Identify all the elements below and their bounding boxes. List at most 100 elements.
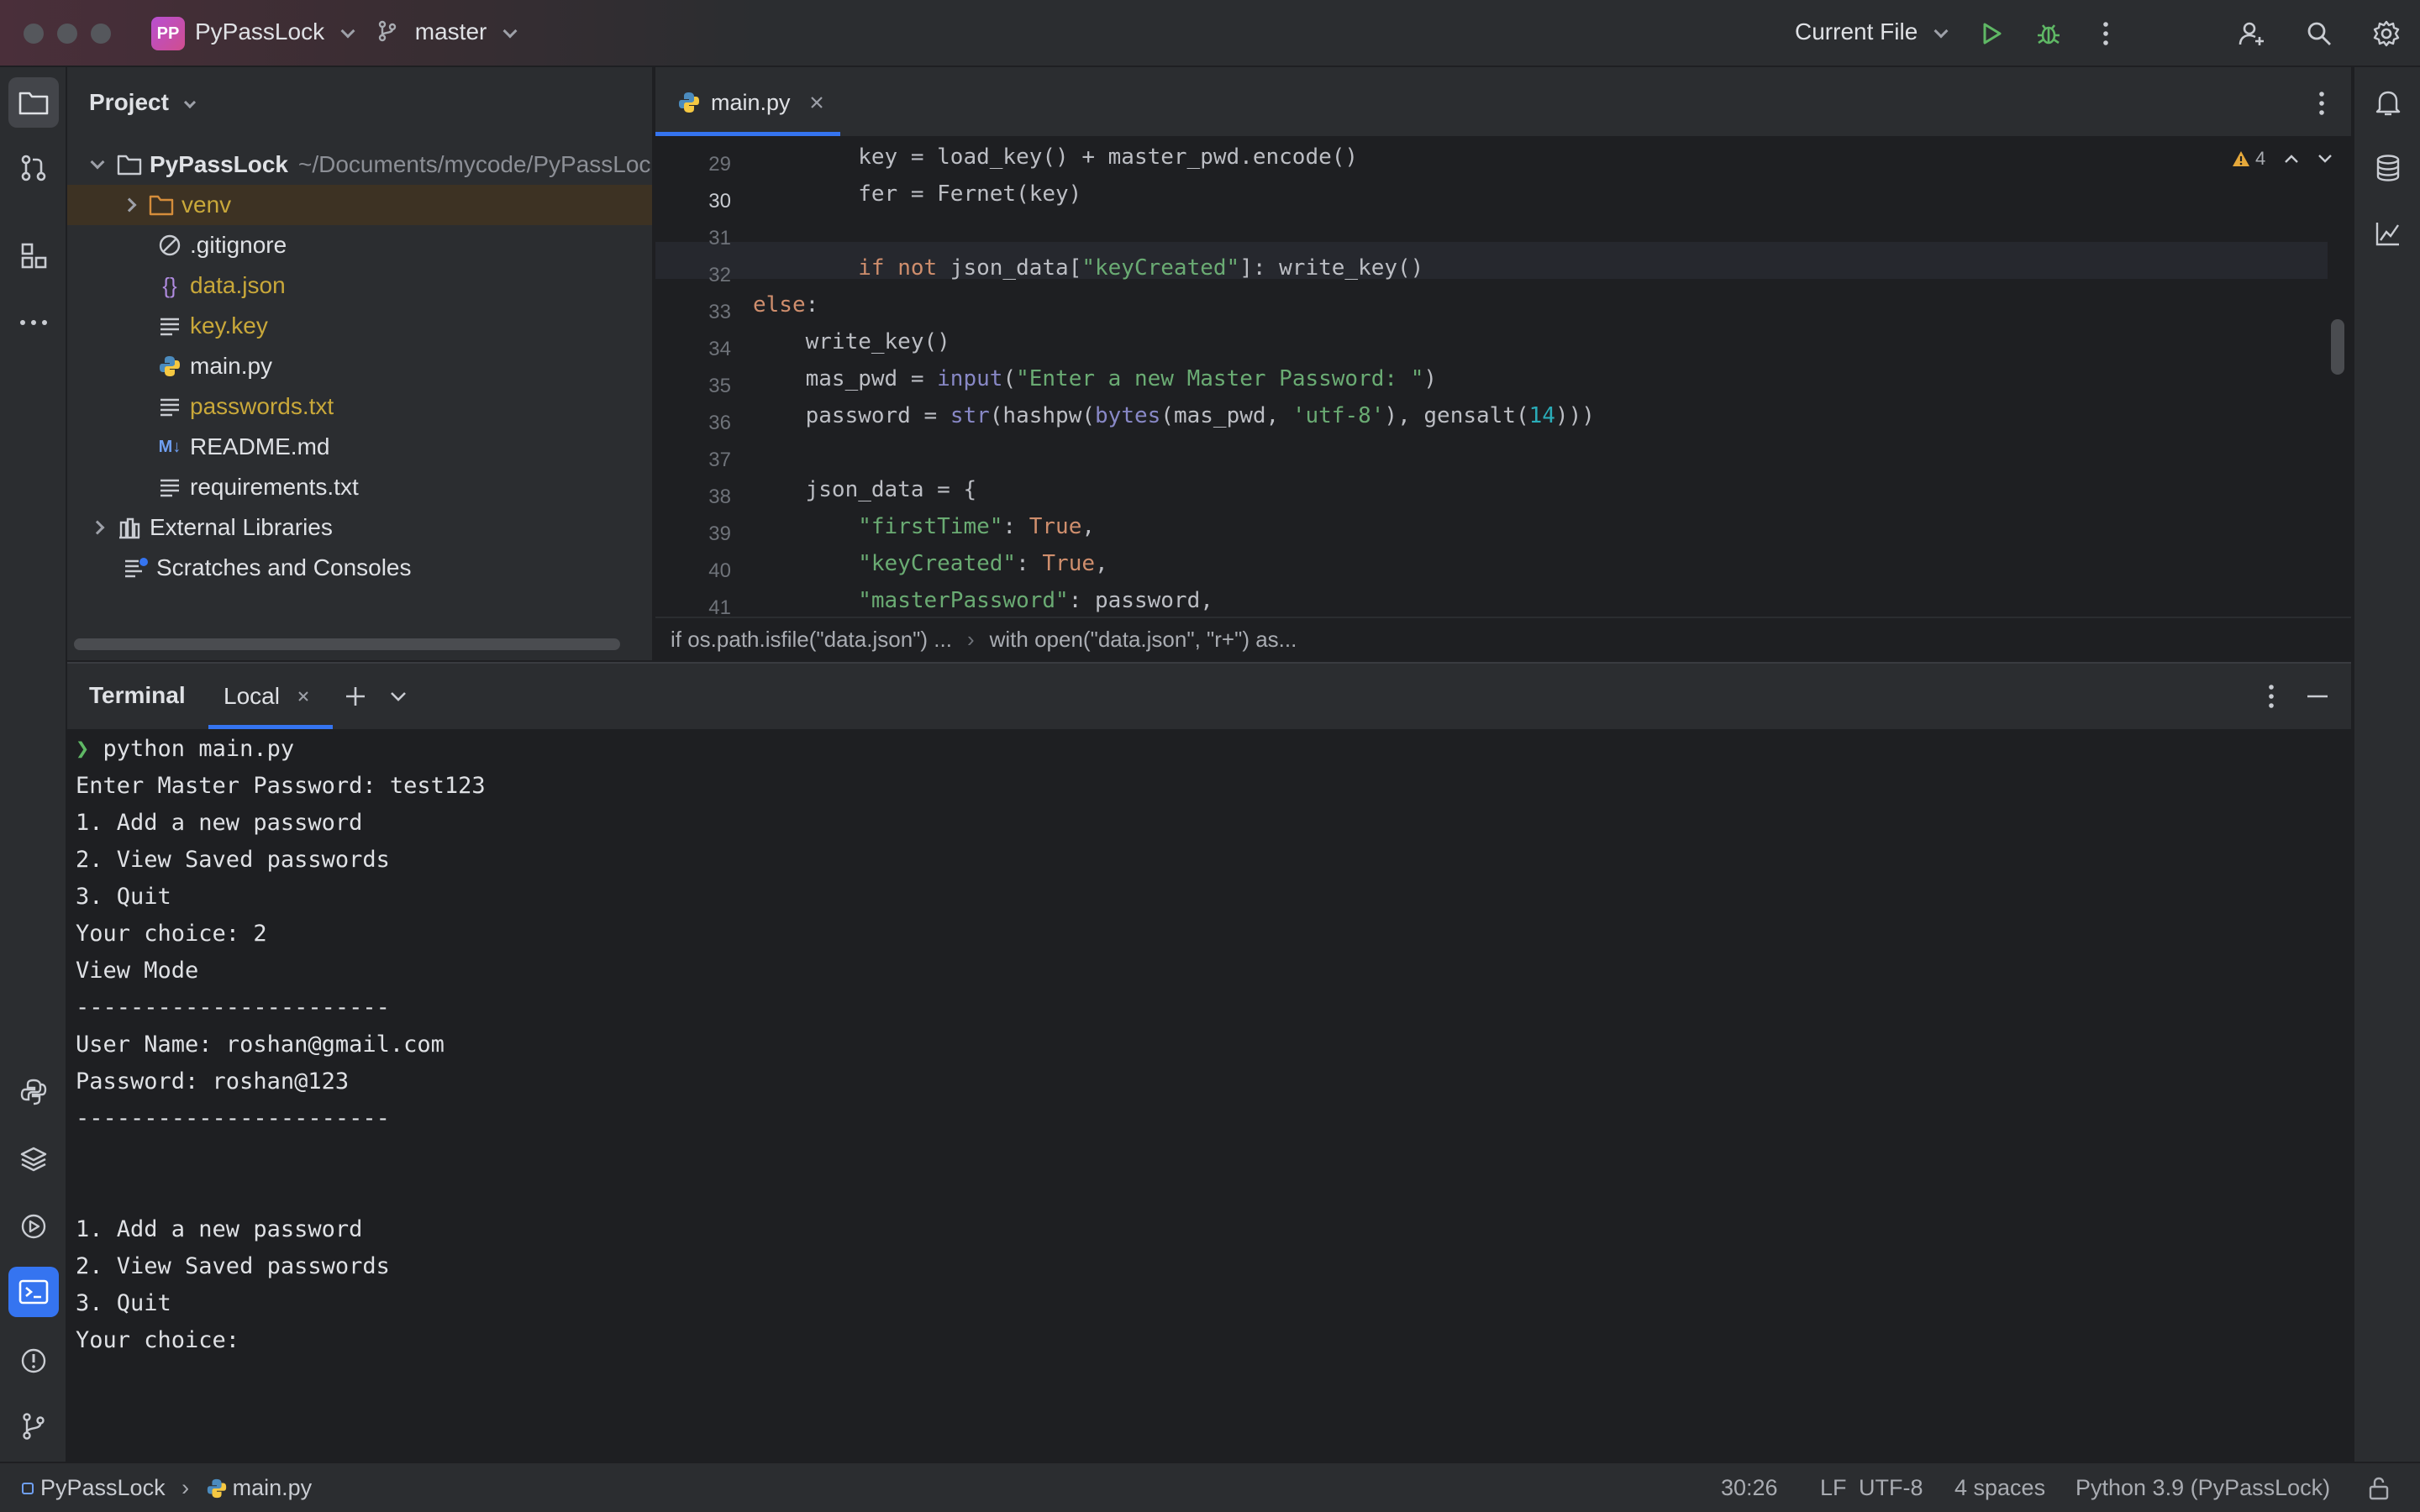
terminal-line: Your choice: [76,1327,240,1353]
title-bar: PP PyPassLock master Current File [0,0,2420,67]
tree-item-scratches[interactable]: Scratches and Consoles [67,548,652,588]
python-packages-button[interactable] [8,1067,59,1117]
window-close-button[interactable] [24,24,44,44]
line-number: 35 [708,375,731,397]
run-config-label: Current File [1795,18,1918,45]
code-line: else: [753,292,819,318]
commit-tool-button[interactable] [8,143,59,193]
run-button[interactable] [1973,15,2010,52]
terminal-line: 1. Add a new password [76,810,363,836]
tree-item-external-libraries[interactable]: External Libraries [67,507,652,548]
more-tools-button[interactable] [8,297,59,348]
settings-button[interactable] [2368,15,2405,52]
run-config-selector[interactable]: Current File [1795,18,1949,45]
python-interpreter[interactable]: Python 3.9 (PyPassLock) [2075,1475,2330,1501]
bug-icon [2038,24,2060,45]
tree-item-label: README.md [190,433,330,459]
breadcrumb-item[interactable]: with open("data.json", "r+") as... [990,627,1297,653]
git-tool-button[interactable] [8,1401,59,1452]
more-vertical-icon[interactable] [2267,684,2275,709]
tree-item-gitignore[interactable]: .gitignore [67,225,652,265]
project-tool-button[interactable] [8,77,59,128]
sciview-tool-button[interactable] [2363,208,2413,259]
plus-icon[interactable] [345,685,366,707]
code-with-me-button[interactable] [2233,15,2270,52]
window-zoom-button[interactable] [91,24,111,44]
line-number: 31 [708,227,731,249]
tree-item-key-key[interactable]: key.key [67,306,652,346]
status-file-name: main.py [232,1475,313,1500]
code-line: key = load_key() + master_pwd.encode() [753,144,1359,170]
tree-item-label: External Libraries [150,514,333,540]
caret-position[interactable]: 30:26 [1721,1475,1778,1501]
window-minimize-button[interactable] [57,24,77,44]
terminal-line: Your choice: 2 [76,921,267,947]
vertical-scrollbar[interactable] [2331,319,2344,375]
close-icon[interactable] [297,690,310,703]
gear-icon [2373,20,2400,47]
close-icon[interactable] [809,95,824,110]
line-number: 34 [708,338,731,360]
folder-icon [116,151,143,178]
expand-arrow-icon [87,155,108,170]
tree-item-venv[interactable]: venv [67,185,652,225]
active-tab-indicator [208,725,333,729]
layers-tool-button[interactable] [8,1134,59,1184]
layers-icon [20,1147,47,1172]
notifications-button[interactable] [2363,77,2413,128]
more-vertical-icon [2103,22,2108,45]
more-actions-button[interactable] [2087,15,2124,52]
python-file-icon [156,353,183,380]
code-line: if not json_data["keyCreated"]: write_ke… [858,255,1424,281]
tree-item-passwords-txt[interactable]: passwords.txt [67,386,652,427]
structure-tool-button[interactable] [8,230,59,281]
more-horizontal-icon [20,320,47,325]
editor-area: main.py 29 30 31 32 33 34 35 36 37 38 39… [655,67,2351,660]
line-separator[interactable]: LF [1820,1475,1847,1501]
line-number: 37 [708,449,731,471]
tree-item-data-json[interactable]: {} data.json [67,265,652,306]
indent-setting[interactable]: 4 spaces [1954,1475,2045,1501]
terminal-line: 2. View Saved passwords [76,847,390,873]
services-tool-button[interactable] [8,1201,59,1252]
terminal-line: 1. Add a new password [76,1216,363,1242]
problems-tool-button[interactable] [8,1336,59,1386]
tree-item-requirements-txt[interactable]: requirements.txt [67,467,652,507]
database-tool-button[interactable] [2363,143,2413,193]
tree-root[interactable]: PyPassLock ~/Documents/mycode/PyPassLock [67,144,652,185]
chevron-up-icon[interactable] [2284,154,2299,164]
debug-button[interactable] [2030,15,2067,52]
terminal-tab-local[interactable]: Local [208,664,333,729]
tree-item-readme-md[interactable]: M↓ README.md [67,427,652,467]
breadcrumb-item[interactable]: if os.path.isfile("data.json") ... [671,627,952,653]
line-number: 33 [708,301,731,323]
status-breadcrumb[interactable]: PyPassLock › main.py [22,1475,312,1501]
editor-tab-bar: main.py [655,67,2351,138]
inspection-widget[interactable]: 4 [2232,148,2333,170]
terminal-line: 3. Quit [76,884,171,910]
breadcrumb-separator-icon: › [182,1475,190,1500]
project-badge[interactable]: PP [151,17,185,50]
project-switcher[interactable]: PyPassLock [195,18,355,45]
branch-switcher[interactable]: master [376,18,518,45]
project-panel-header[interactable]: Project [89,89,196,116]
search-everywhere-button[interactable] [2301,15,2338,52]
tree-item-main-py[interactable]: main.py [67,346,652,386]
terminal-line: ----------------------- [76,1105,390,1131]
editor-tab-main-py[interactable]: main.py [655,67,846,138]
chevron-down-icon [183,96,196,109]
chevron-down-icon[interactable] [2317,154,2333,164]
unlock-icon[interactable] [2368,1477,2390,1500]
python-file-icon [207,1478,226,1499]
more-vertical-icon[interactable] [2317,91,2326,116]
scratches-icon [123,554,150,581]
terminal-title: Terminal [89,682,186,708]
module-icon [22,1483,34,1494]
expand-arrow-icon [119,197,139,213]
minimize-icon[interactable] [2306,694,2329,699]
chevron-down-icon[interactable] [390,690,407,702]
terminal-tool-button[interactable] [8,1267,59,1317]
file-encoding[interactable]: UTF-8 [1859,1475,1923,1501]
horizontal-scrollbar[interactable] [74,638,620,650]
text-file-icon [156,312,183,339]
